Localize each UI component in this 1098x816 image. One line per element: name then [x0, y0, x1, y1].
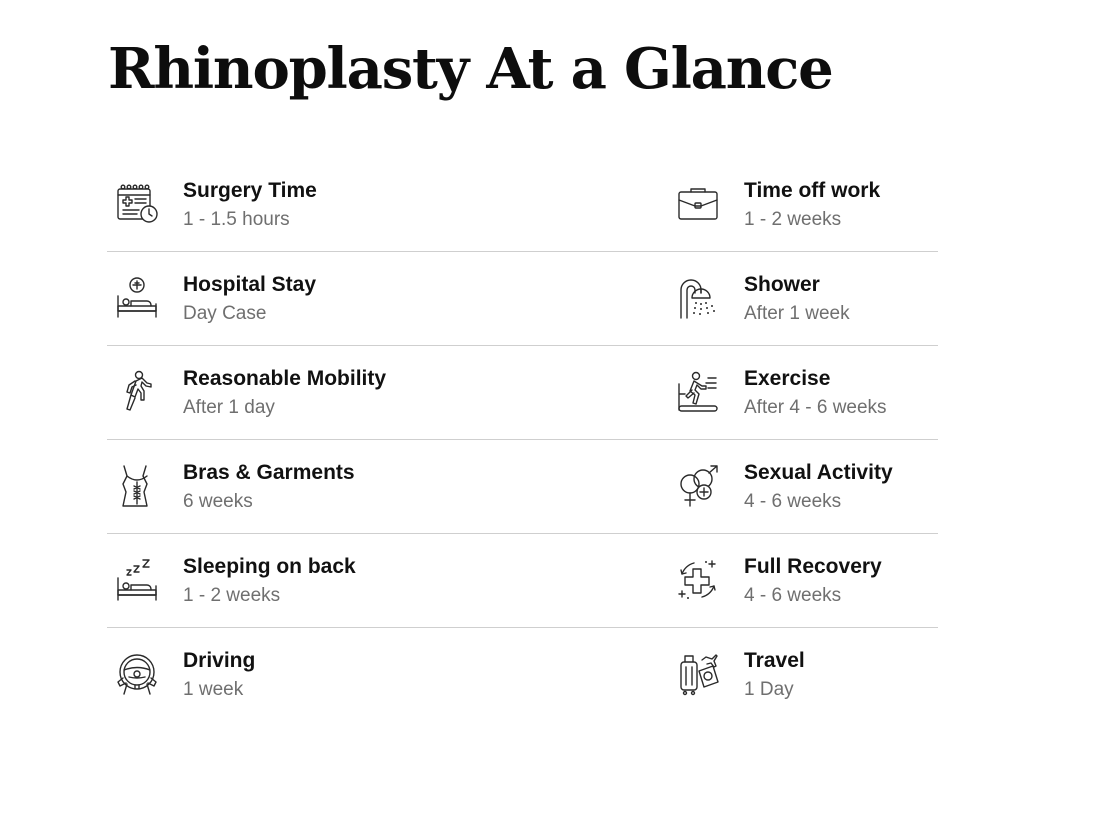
info-label: Shower	[744, 273, 820, 296]
steering-wheel-icon	[115, 652, 159, 696]
info-value: After 1 day	[183, 397, 275, 418]
info-label: Sleeping on back	[183, 555, 356, 578]
medical-cross-recovery-icon	[676, 558, 720, 602]
info-label: Full Recovery	[744, 555, 882, 578]
calendar-clock-icon	[115, 182, 159, 226]
info-value: 6 weeks	[183, 491, 253, 512]
info-item-time-off-work: Time off work 1 - 2 weeks	[668, 158, 938, 252]
info-value: 1 - 2 weeks	[183, 585, 281, 606]
info-label: Driving	[183, 649, 256, 672]
info-item-reasonable-mobility: Reasonable Mobility After 1 day	[107, 346, 668, 440]
info-item-surgery-time: Surgery Time 1 - 1.5 hours	[107, 158, 668, 252]
info-label: Exercise	[744, 367, 831, 390]
walking-person-icon	[115, 370, 159, 414]
info-label: Time off work	[744, 179, 881, 202]
info-item-full-recovery: Full Recovery 4 - 6 weeks	[668, 534, 938, 628]
corset-icon	[115, 464, 159, 508]
recovery-info-grid: Surgery Time 1 - 1.5 hours Time off work…	[107, 158, 938, 722]
luggage-travel-icon	[676, 652, 720, 696]
briefcase-icon	[676, 182, 720, 226]
info-item-exercise: Exercise After 4 - 6 weeks	[668, 346, 938, 440]
info-value: 1 - 2 weeks	[744, 209, 842, 230]
page-title: Rhinoplasty At a Glance	[108, 36, 834, 102]
info-item-sexual-activity: Sexual Activity 4 - 6 weeks	[668, 440, 938, 534]
info-label: Reasonable Mobility	[183, 367, 387, 390]
info-item-travel: Travel 1 Day	[668, 628, 938, 722]
info-value: Day Case	[183, 303, 267, 324]
hospital-bed-icon	[115, 276, 159, 320]
info-item-driving: Driving 1 week	[107, 628, 668, 722]
info-label: Surgery Time	[183, 179, 317, 202]
info-item-sleeping-on-back: Sleeping on back 1 - 2 weeks	[107, 534, 668, 628]
info-value: 4 - 6 weeks	[744, 585, 842, 606]
info-item-hospital-stay: Hospital Stay Day Case	[107, 252, 668, 346]
info-value: 4 - 6 weeks	[744, 491, 842, 512]
gender-symbols-icon	[676, 464, 720, 508]
info-value: 1 - 1.5 hours	[183, 209, 290, 230]
info-item-bras-garments: Bras & Garments 6 weeks	[107, 440, 668, 534]
info-label: Hospital Stay	[183, 273, 317, 296]
treadmill-icon	[676, 370, 720, 414]
info-label: Travel	[744, 649, 805, 672]
sleeping-bed-icon	[115, 558, 159, 602]
info-item-shower: Shower After 1 week	[668, 252, 938, 346]
info-value: After 4 - 6 weeks	[744, 397, 887, 418]
info-value: 1 week	[183, 679, 244, 700]
info-label: Bras & Garments	[183, 461, 355, 484]
info-value: After 1 week	[744, 303, 850, 324]
info-value: 1 Day	[744, 679, 794, 700]
info-label: Sexual Activity	[744, 461, 893, 484]
shower-icon	[676, 276, 720, 320]
